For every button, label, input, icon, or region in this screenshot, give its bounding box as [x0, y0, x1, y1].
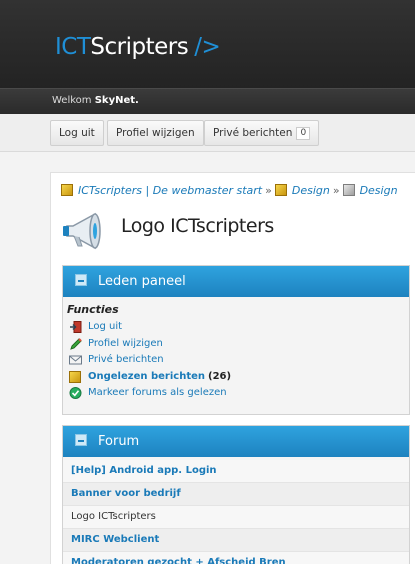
forum-topic-row[interactable]: [Help] Android app. Login: [63, 460, 409, 483]
mark-read-link[interactable]: Markeer forums als gelezen: [88, 387, 227, 398]
private-messages-link[interactable]: Privé berichten: [88, 354, 164, 365]
logo-tag: />: [194, 34, 221, 60]
functions-heading: Functies: [67, 303, 119, 316]
cube-icon: [274, 184, 287, 196]
check-icon: [69, 387, 82, 399]
site-header: ICTScripters/>: [0, 0, 415, 88]
page-title: Logo ICTscripters: [121, 215, 274, 237]
list-item[interactable]: Profiel wijzigen: [67, 336, 409, 353]
breadcrumb-design[interactable]: Design: [292, 184, 330, 197]
unread-messages-link[interactable]: Ongelezen berichten: [88, 371, 205, 382]
site-logo[interactable]: ICTScripters/>: [55, 34, 221, 60]
cube-icon: [61, 184, 73, 196]
edit-profile-button[interactable]: Profiel wijzigen: [107, 120, 204, 146]
members-panel: Leden paneel Functies Log uit Profiel wi…: [62, 265, 410, 415]
welcome-prefix: Welkom: [52, 95, 92, 106]
message-count-badge: 0: [296, 126, 311, 140]
list-item[interactable]: Log uit: [67, 319, 409, 336]
edit-profile-link[interactable]: Profiel wijzigen: [88, 338, 163, 349]
forum-topic-row-current: Logo ICTscripters: [63, 506, 409, 529]
logout-link[interactable]: Log uit: [88, 321, 122, 332]
welcome-bar: Welkom SkyNet.: [0, 88, 415, 114]
breadcrumb-design-sub[interactable]: Design: [360, 184, 398, 197]
forum-topic-row[interactable]: MIRC Webclient: [63, 529, 409, 552]
list-item[interactable]: Markeer forums als gelezen: [67, 385, 409, 402]
collapse-icon[interactable]: [75, 434, 87, 446]
list-item[interactable]: Privé berichten: [67, 352, 409, 369]
main-content: ICTscripters | De webmaster start» Design…: [50, 172, 415, 564]
members-panel-title: Leden paneel: [98, 274, 186, 289]
welcome-text: Welkom SkyNet.: [52, 95, 139, 106]
forum-topic-row[interactable]: Banner voor bedrijf: [63, 483, 409, 506]
private-messages-label: Privé berichten: [213, 127, 293, 139]
forum-panel-title: Forum: [98, 434, 140, 449]
breadcrumb-separator: »: [265, 184, 272, 197]
cube-grey-icon: [342, 184, 355, 196]
cube-icon: [69, 370, 81, 383]
logo-ict: ICT: [55, 34, 91, 60]
list-item[interactable]: Ongelezen berichten (26): [67, 369, 409, 386]
logout-button[interactable]: Log uit: [50, 120, 104, 146]
envelope-icon: [69, 355, 82, 365]
user-toolbar: Log uit Profiel wijzigen Privé berichten…: [0, 114, 415, 152]
members-panel-header: Leden paneel: [63, 266, 409, 297]
breadcrumb: ICTscripters | De webmaster start» Design…: [61, 184, 398, 197]
pencil-icon: [70, 337, 82, 350]
logo-scripters: Scripters: [90, 34, 189, 60]
megaphone-icon: [63, 212, 101, 250]
logout-icon: [70, 321, 82, 333]
forum-topic-row[interactable]: Moderatoren gezocht + Afscheid Bren: [63, 552, 409, 564]
breadcrumb-separator: »: [332, 184, 340, 197]
forum-panel: Forum [Help] Android app. Login Banner v…: [62, 425, 410, 564]
unread-count: (26): [208, 370, 232, 382]
breadcrumb-home[interactable]: ICTscripters | De webmaster start: [78, 184, 262, 197]
welcome-user[interactable]: SkyNet.: [95, 95, 139, 106]
collapse-icon[interactable]: [75, 274, 87, 286]
forum-panel-header: Forum: [63, 426, 409, 457]
private-messages-button[interactable]: Privé berichten 0: [204, 120, 320, 146]
